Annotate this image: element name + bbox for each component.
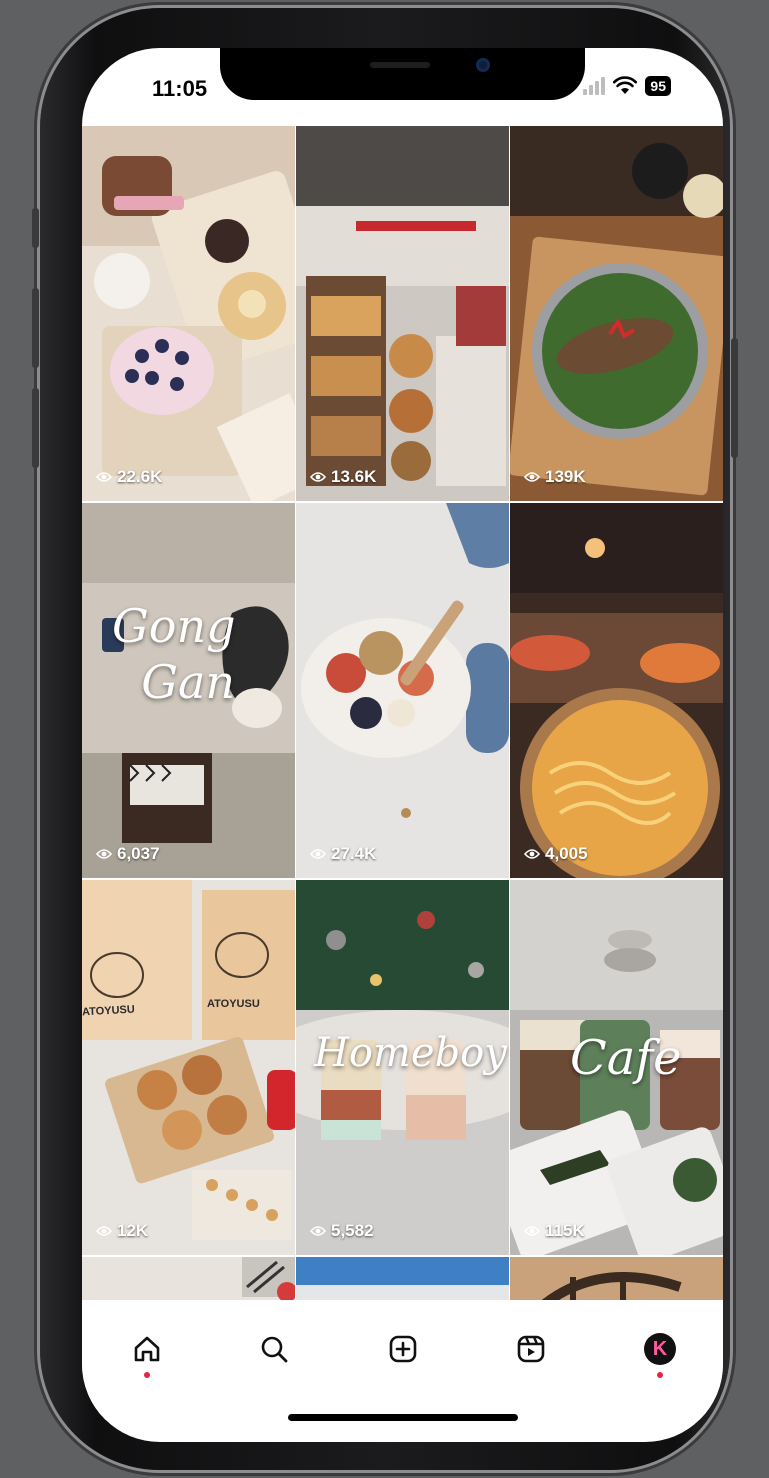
tab-reels[interactable] <box>506 1324 556 1374</box>
grid-tile[interactable]: 22.6K <box>82 126 295 501</box>
volume-down-button <box>32 388 39 468</box>
eye-icon <box>310 1226 326 1236</box>
eye-icon <box>524 849 540 859</box>
front-camera <box>476 58 490 72</box>
tile-overlay-title: Cafe <box>570 1030 682 1086</box>
tab-home[interactable] <box>122 1324 172 1378</box>
view-count-label: 139K <box>545 467 586 486</box>
tile-overlay-title: Gong Gan <box>112 599 236 709</box>
eye-icon <box>524 472 540 482</box>
status-icons: 95 <box>583 76 671 96</box>
signal-icon <box>583 77 606 95</box>
grid-tile[interactable]: 4,005 <box>510 503 723 878</box>
profile-notification-dot <box>657 1372 663 1378</box>
grid-tile[interactable]: ATOYUSU ATOYUSU 12K <box>82 880 295 1255</box>
eye-icon <box>96 1226 112 1236</box>
speaker <box>370 62 430 68</box>
eye-icon <box>310 849 326 859</box>
fish-bowl-image <box>510 126 723 501</box>
grid-tile[interactable]: Homeboy 5,582 <box>296 880 509 1255</box>
phone-screen: 11:05 95 22.6K 13.6K 139K Gong Gan 6,037… <box>82 48 723 1442</box>
home-notification-dot <box>144 1372 150 1378</box>
tab-profile[interactable]: K <box>635 1324 685 1378</box>
view-count-label: 12K <box>117 1221 149 1240</box>
bottom-tab-bar: K <box>82 1300 723 1420</box>
view-count-label: 6,037 <box>117 844 160 863</box>
profile-initial: K <box>652 1337 668 1360</box>
home-icon <box>134 1336 160 1362</box>
grid-tile[interactable]: 27.4K <box>296 503 509 878</box>
view-count: 115K <box>524 1221 585 1241</box>
eye-icon <box>310 472 326 482</box>
tab-search[interactable] <box>249 1324 299 1374</box>
home-indicator[interactable] <box>288 1414 518 1421</box>
view-count-label: 5,582 <box>331 1221 374 1240</box>
silent-switch <box>32 208 39 248</box>
eye-icon <box>96 472 112 482</box>
view-count: 139K <box>524 467 586 487</box>
fruit-bowl-image <box>296 503 509 878</box>
view-count-label: 22.6K <box>117 467 163 486</box>
view-count-label: 4,005 <box>545 844 588 863</box>
grid-tile[interactable]: 139K <box>510 126 723 501</box>
volume-up-button <box>32 288 39 368</box>
eye-icon <box>524 1226 540 1236</box>
status-time: 11:05 <box>152 76 208 101</box>
view-count-label: 13.6K <box>331 467 377 486</box>
reels-grid: 22.6K 13.6K 139K Gong Gan 6,037 27.4K 4,… <box>82 126 723 1319</box>
bakery-store-image <box>296 126 509 501</box>
battery-indicator: 95 <box>645 76 671 96</box>
view-count: 4,005 <box>524 844 588 864</box>
reels-icon <box>517 1335 545 1363</box>
grid-tile[interactable]: Cafe 115K <box>510 880 723 1255</box>
profile-avatar: K <box>644 1333 676 1365</box>
view-count: 12K <box>96 1221 148 1241</box>
plus-square-icon <box>389 1335 417 1363</box>
wifi-icon <box>613 76 638 94</box>
view-count: 22.6K <box>96 467 162 487</box>
buffet-noodles-image <box>510 503 723 878</box>
eye-icon <box>96 849 112 859</box>
tile-overlay-title: Homeboy <box>314 1030 507 1076</box>
search-icon <box>261 1336 288 1363</box>
grid-tile[interactable]: Gong Gan 6,037 <box>82 503 295 878</box>
bag-brand-right: ATOYUSU <box>207 998 260 1010</box>
grid-tile[interactable]: 13.6K <box>296 126 509 501</box>
view-count: 6,037 <box>96 844 160 864</box>
view-count: 13.6K <box>310 467 376 487</box>
view-count: 5,582 <box>310 1221 374 1241</box>
view-count-label: 27.4K <box>331 844 377 863</box>
view-count: 27.4K <box>310 844 376 864</box>
cakes-box-image <box>82 126 295 501</box>
power-button <box>731 338 738 458</box>
view-count-label: 115K <box>545 1221 585 1240</box>
atoyusu-bakery-image <box>82 880 295 1255</box>
tab-create[interactable] <box>378 1324 428 1374</box>
notch <box>220 48 585 100</box>
